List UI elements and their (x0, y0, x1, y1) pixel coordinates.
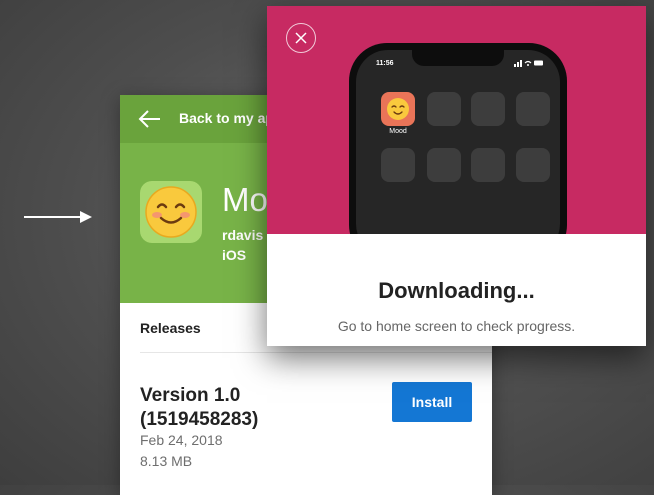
smiling-face-icon (145, 186, 197, 238)
smiling-face-icon (387, 98, 409, 120)
close-button[interactable] (286, 23, 316, 53)
status-time: 11:56 (376, 60, 394, 67)
phone-illustration: 11:56 Mood (349, 43, 567, 234)
app-platform: iOS (222, 247, 247, 263)
right-arrow-icon (24, 211, 92, 223)
back-arrow-icon[interactable] (138, 109, 162, 129)
home-app-icon-mood (381, 92, 415, 126)
home-app-placeholder (471, 92, 505, 126)
install-button[interactable]: Install (392, 382, 472, 422)
home-app-placeholder (516, 148, 550, 182)
releases-heading: Releases (140, 320, 201, 336)
home-app-placeholder (471, 148, 505, 182)
divider (140, 352, 492, 353)
home-app-placeholder (516, 92, 550, 126)
app-owner: rdavis (222, 227, 264, 243)
downloading-modal: 11:56 Mood Downloading... Go to home scr… (267, 6, 646, 346)
home-app-label: Mood (389, 128, 407, 135)
release-version: Version 1.0 (1519458283) (140, 385, 259, 430)
phone-notch (412, 50, 504, 66)
modal-title: Downloading... (378, 278, 535, 303)
modal-hero: 11:56 Mood (267, 6, 646, 234)
modal-subtitle: Go to home screen to check progress. (337, 318, 576, 334)
app-icon (140, 181, 202, 243)
phone-screen: 11:56 Mood (356, 50, 560, 234)
home-app-placeholder (427, 148, 461, 182)
home-app-placeholder (381, 148, 415, 182)
status-icons (514, 60, 543, 67)
release-size: 8.13 MB (140, 453, 193, 469)
home-app-placeholder (427, 92, 461, 126)
release-date: Feb 24, 2018 (140, 432, 223, 448)
close-icon (295, 32, 307, 44)
